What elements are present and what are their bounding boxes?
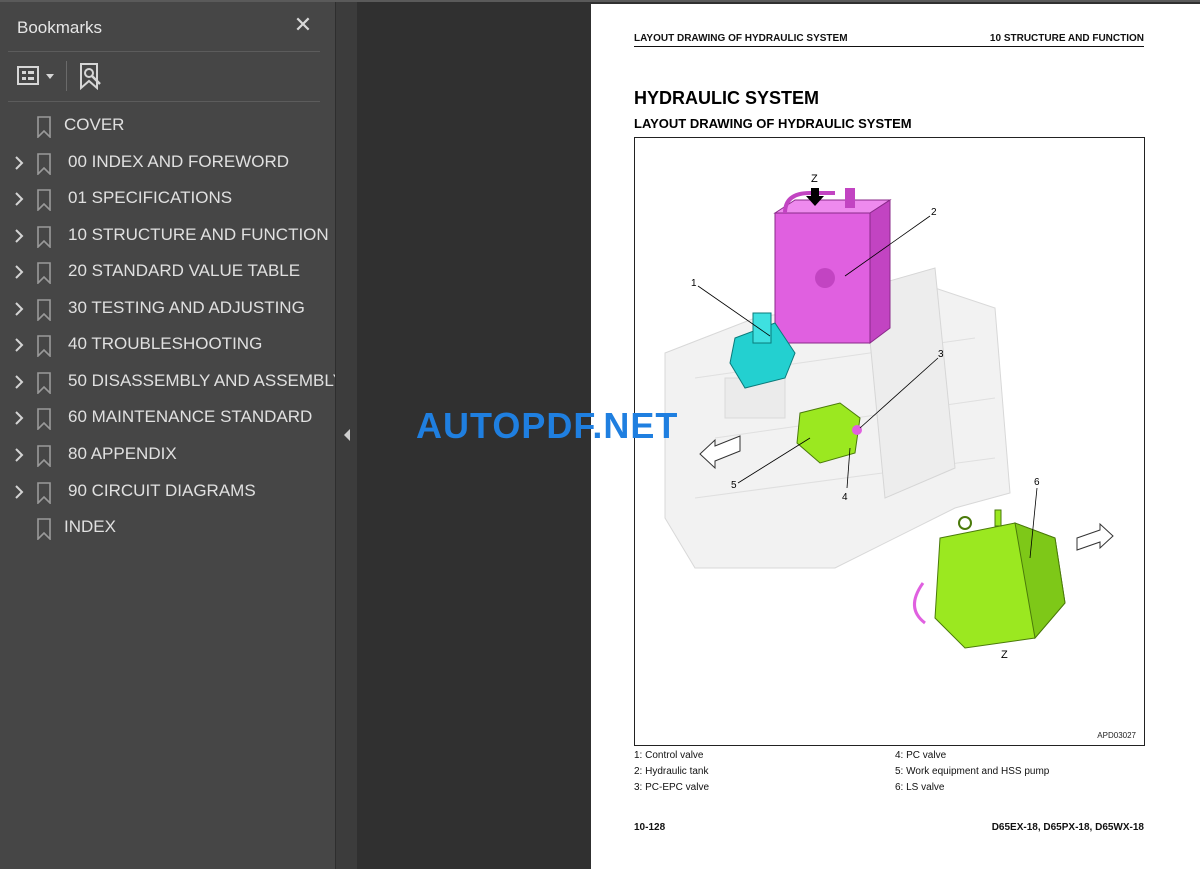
bookmark-item[interactable]: 90 CIRCUIT DIAGRAMS bbox=[0, 474, 335, 510]
chevron-right-icon[interactable] bbox=[12, 191, 26, 207]
divider bbox=[8, 51, 320, 52]
bookmark-icon bbox=[36, 189, 52, 212]
legend-item: 2: Hydraulic tank bbox=[634, 766, 709, 777]
bookmark-item[interactable]: 40 TROUBLESHOOTING bbox=[0, 327, 335, 363]
callout-6: 6 bbox=[1034, 477, 1040, 488]
callout-2: 2 bbox=[931, 207, 937, 218]
divider bbox=[8, 101, 320, 102]
hydraulic-tank bbox=[773, 188, 892, 344]
bookmark-icon bbox=[36, 445, 52, 468]
bookmark-label[interactable]: 50 DISASSEMBLY AND ASSEMBLY bbox=[68, 371, 344, 391]
bookmark-icon bbox=[36, 335, 52, 358]
legend-item: 1: Control valve bbox=[634, 750, 704, 761]
model-footer: D65EX-18, D65PX-18, D65WX-18 bbox=[991, 822, 1144, 833]
bookmark-label[interactable]: 60 MAINTENANCE STANDARD bbox=[68, 407, 312, 427]
bookmark-icon bbox=[36, 482, 52, 505]
bookmark-label[interactable]: 20 STANDARD VALUE TABLE bbox=[68, 261, 300, 281]
bookmark-icon bbox=[36, 372, 52, 395]
bookmark-icon bbox=[36, 518, 52, 541]
view-label-bottom: Z bbox=[1001, 649, 1008, 661]
bookmark-label[interactable]: 00 INDEX AND FOREWORD bbox=[68, 152, 289, 172]
bookmarks-panel: Bookmarks ✕ COVER 00 INDEX AND FOREWORD 01… bbox=[0, 2, 344, 869]
layout-figure: Z Z 1 2 3 4 5 6 APD03027 bbox=[634, 137, 1145, 746]
legend-item: 4: PC valve bbox=[895, 750, 947, 761]
chevron-right-icon[interactable] bbox=[12, 228, 26, 244]
view-label-top: Z bbox=[811, 173, 818, 185]
running-header-left: LAYOUT DRAWING OF HYDRAULIC SYSTEM bbox=[634, 33, 848, 44]
legend-item: 3: PC-EPC valve bbox=[634, 782, 710, 793]
legend-item: 5: Work equipment and HSS pump bbox=[895, 766, 1050, 777]
chevron-right-icon[interactable] bbox=[12, 374, 26, 390]
bookmark-item[interactable]: COVER bbox=[0, 108, 335, 144]
bookmark-label[interactable]: 30 TESTING AND ADJUSTING bbox=[68, 298, 305, 318]
chevron-right-icon[interactable] bbox=[12, 264, 26, 280]
bookmark-label[interactable]: 01 SPECIFICATIONS bbox=[68, 188, 232, 208]
bookmark-icon bbox=[36, 226, 52, 249]
bookmark-item[interactable]: 80 APPENDIX bbox=[0, 437, 335, 473]
bookmarks-title: Bookmarks bbox=[17, 18, 103, 37]
bookmark-item[interactable]: INDEX bbox=[0, 510, 335, 546]
callout-4: 4 bbox=[842, 492, 848, 503]
bookmark-label[interactable]: 90 CIRCUIT DIAGRAMS bbox=[68, 481, 256, 501]
header-rule bbox=[634, 46, 1144, 47]
chevron-right-icon[interactable] bbox=[12, 447, 26, 463]
toolbar-separator bbox=[66, 61, 67, 91]
callout-5: 5 bbox=[731, 480, 737, 491]
running-header-right: 10 STRUCTURE AND FUNCTION bbox=[989, 33, 1144, 44]
bookmark-icon bbox=[36, 153, 52, 176]
collapse-panel-icon[interactable] bbox=[342, 428, 352, 442]
callout-3: 3 bbox=[938, 349, 944, 360]
bookmark-icon bbox=[36, 116, 52, 139]
bookmark-label[interactable]: COVER bbox=[64, 115, 124, 135]
pump-detail bbox=[913, 509, 1066, 649]
watermark-text: AUTOPDF.NET bbox=[416, 405, 679, 446]
bookmark-label[interactable]: 40 TROUBLESHOOTING bbox=[68, 334, 262, 354]
chevron-right-icon[interactable] bbox=[12, 484, 26, 500]
bookmark-icon bbox=[36, 262, 52, 285]
options-list-icon[interactable] bbox=[16, 64, 60, 88]
figure-id: APD03027 bbox=[1097, 731, 1136, 740]
pdf-page: LAYOUT DRAWING OF HYDRAULIC SYSTEM 10 ST… bbox=[591, 4, 1200, 869]
callout-1: 1 bbox=[691, 278, 697, 289]
bookmark-icon bbox=[36, 408, 52, 431]
bookmark-item[interactable]: 60 MAINTENANCE STANDARD bbox=[0, 400, 335, 436]
bookmark-label[interactable]: 80 APPENDIX bbox=[68, 444, 177, 464]
bookmark-icon bbox=[36, 299, 52, 322]
chevron-right-icon[interactable] bbox=[12, 155, 26, 171]
section-subtitle: LAYOUT DRAWING OF HYDRAULIC SYSTEM bbox=[634, 116, 912, 131]
close-icon[interactable]: ✕ bbox=[291, 13, 315, 37]
page-number: 10-128 bbox=[634, 822, 666, 833]
chevron-right-icon[interactable] bbox=[12, 410, 26, 426]
bookmark-item[interactable]: 20 STANDARD VALUE TABLE bbox=[0, 254, 335, 290]
legend-item: 6: LS valve bbox=[895, 782, 945, 793]
bookmark-item[interactable]: 50 DISASSEMBLY AND ASSEMBLY bbox=[0, 364, 344, 400]
bookmark-item[interactable]: 30 TESTING AND ADJUSTING bbox=[0, 291, 335, 327]
bookmark-label[interactable]: INDEX bbox=[64, 517, 116, 537]
chevron-right-icon[interactable] bbox=[12, 337, 26, 353]
hydraulic-layout-drawing: Z Z 1 2 3 4 5 6 bbox=[664, 173, 1114, 661]
chevron-right-icon[interactable] bbox=[12, 301, 26, 317]
bookmark-item[interactable]: 00 INDEX AND FOREWORD bbox=[0, 145, 335, 181]
page-title: HYDRAULIC SYSTEM bbox=[634, 88, 820, 108]
find-bookmark-icon[interactable] bbox=[78, 62, 104, 91]
bookmark-item[interactable]: 10 STRUCTURE AND FUNCTION bbox=[0, 218, 335, 254]
bookmark-item[interactable]: 01 SPECIFICATIONS bbox=[0, 181, 335, 217]
bookmark-label[interactable]: 10 STRUCTURE AND FUNCTION bbox=[68, 225, 329, 245]
